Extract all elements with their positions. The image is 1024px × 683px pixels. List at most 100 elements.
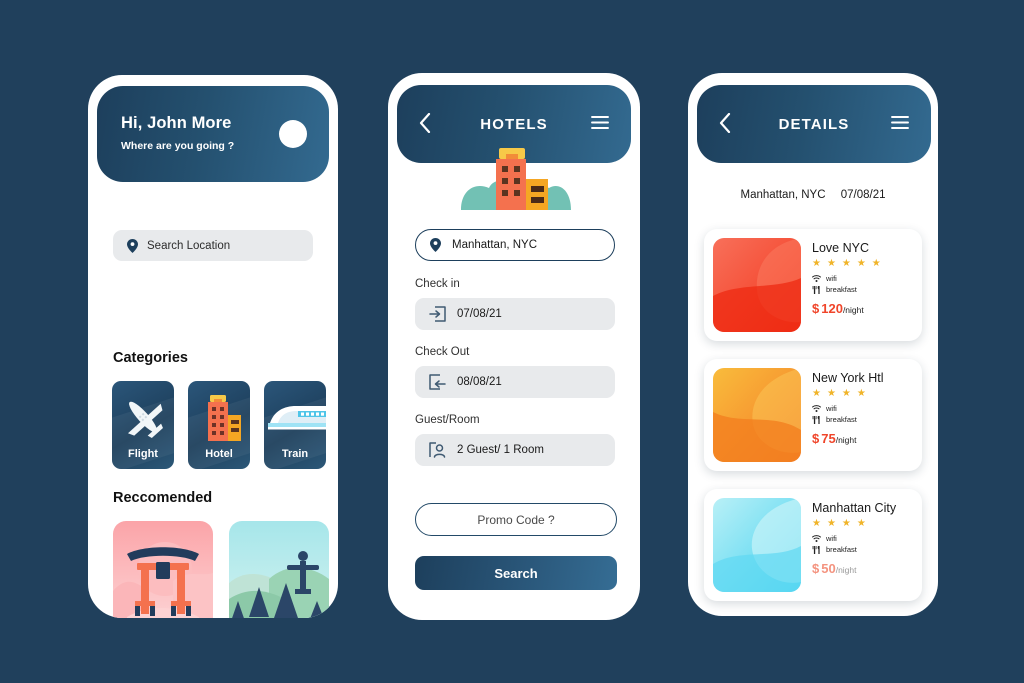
wifi-icon: [812, 405, 821, 412]
price-value: 75: [821, 431, 836, 446]
amenity-wifi: wifi: [812, 274, 913, 283]
train-icon: [264, 393, 326, 443]
currency-symbol: $: [812, 431, 820, 446]
price-value: 120: [821, 301, 843, 316]
person-icon: [429, 442, 446, 458]
check-in-field[interactable]: 07/08/21: [415, 298, 615, 330]
search-placeholder-text: Search Location: [147, 239, 231, 252]
amenity-wifi: wifi: [812, 534, 913, 543]
hotel-card[interactable]: New York Htl ★ ★ ★ ★ wifi breakfast $ 75…: [704, 359, 922, 471]
amenity-breakfast: breakfast: [812, 545, 913, 554]
amenities-list: wifi breakfast: [812, 534, 913, 554]
promo-code-button[interactable]: Promo Code ?: [415, 503, 617, 536]
recommended-row: Tokyo: [113, 521, 329, 618]
amenity-label: wifi: [826, 534, 837, 543]
location-pin-icon: [430, 238, 441, 252]
price-unit: /night: [842, 305, 864, 315]
guest-room-label: Guest/Room: [415, 414, 480, 426]
check-out-field[interactable]: 08/08/21: [415, 366, 615, 398]
location-field[interactable]: Manhattan, NYC: [415, 229, 615, 261]
star-rating: ★ ★ ★ ★ ★: [812, 258, 883, 269]
location-value: Manhattan, NYC: [452, 239, 538, 251]
wifi-icon: [812, 535, 821, 542]
amenity-label: breakfast: [826, 415, 857, 424]
cutlery-icon: [812, 285, 821, 294]
hotel-thumbnail: [713, 238, 801, 332]
search-button[interactable]: Search: [415, 556, 617, 590]
recommended-item-tokyo[interactable]: Tokyo: [113, 521, 213, 618]
price-value: 50: [821, 561, 836, 576]
hotel-building-icon: [188, 393, 250, 443]
location-pin-icon: [127, 238, 138, 253]
recommended-title: Reccomended: [113, 490, 213, 506]
categories-title: Categories: [113, 350, 188, 366]
christ-redeemer-icon: [229, 521, 329, 618]
cutlery-icon: [812, 545, 821, 554]
hotel-card[interactable]: Love NYC ★ ★ ★ ★ ★ wifi breakfast $ 120/…: [704, 229, 922, 341]
price-unit: /night: [835, 435, 857, 445]
search-input[interactable]: Search Location: [113, 230, 313, 261]
hotel-info: Love NYC ★ ★ ★ ★ ★ wifi breakfast $ 120/…: [801, 238, 913, 332]
app-bar-title: DETAILS: [778, 115, 850, 133]
torii-gate-icon: [113, 521, 213, 618]
amenity-label: wifi: [826, 404, 837, 413]
amenity-label: breakfast: [826, 285, 857, 294]
details-meta-row: Manhattan, NYC 07/08/21: [688, 189, 938, 201]
wifi-icon: [812, 275, 821, 282]
meta-location: Manhattan, NYC: [740, 189, 826, 201]
category-tile-train[interactable]: Train: [264, 381, 326, 469]
hotel-thumbnail: [713, 368, 801, 462]
category-tile-flight[interactable]: Flight: [112, 381, 174, 469]
guest-room-value: 2 Guest/ 1 Room: [457, 444, 544, 456]
chevron-left-icon[interactable]: [419, 113, 431, 133]
app-background: Hi, John More Where are you going ? Sear…: [0, 0, 1024, 683]
currency-symbol: $: [812, 301, 820, 316]
amenity-breakfast: breakfast: [812, 285, 913, 294]
hotel-name: New York Htl: [812, 371, 884, 385]
check-in-arrow-icon: [429, 306, 446, 322]
chevron-left-icon[interactable]: [719, 113, 731, 133]
greeting-header: Hi, John More Where are you going ?: [97, 86, 329, 182]
hotel-price: $120/night: [812, 301, 913, 316]
hotel-name: Love NYC: [812, 241, 869, 255]
hotel-price: $50/night: [812, 561, 913, 576]
phone-details-screen: DETAILS Manhattan, NYC 07/08/21 Love NYC…: [688, 73, 938, 616]
hotel-thumbnail: [713, 498, 801, 592]
amenities-list: wifi breakfast: [812, 274, 913, 294]
amenity-label: wifi: [826, 274, 837, 283]
check-out-label: Check Out: [415, 346, 470, 358]
amenity-label: breakfast: [826, 545, 857, 554]
guest-room-field[interactable]: 2 Guest/ 1 Room: [415, 434, 615, 466]
category-label: Flight: [128, 448, 158, 460]
check-out-value: 08/08/21: [457, 376, 502, 388]
star-rating: ★ ★ ★ ★: [812, 388, 868, 399]
app-bar-title: HOTELS: [480, 115, 548, 133]
hamburger-menu-icon[interactable]: [891, 115, 909, 130]
hotel-card[interactable]: Manhattan City ★ ★ ★ ★ wifi breakfast $ …: [704, 489, 922, 601]
hotel-info: New York Htl ★ ★ ★ ★ wifi breakfast $ 75…: [801, 368, 913, 462]
check-out-arrow-icon: [429, 374, 446, 390]
categories-row: Flight Hotel Train: [112, 381, 326, 469]
check-in-label: Check in: [415, 278, 460, 290]
category-tile-hotel[interactable]: Hotel: [188, 381, 250, 469]
amenity-wifi: wifi: [812, 404, 913, 413]
airplane-icon: [112, 393, 174, 443]
amenities-list: wifi breakfast: [812, 404, 913, 424]
avatar[interactable]: [279, 120, 307, 148]
hotel-name: Manhattan City: [812, 501, 897, 515]
details-app-bar: DETAILS: [697, 85, 931, 163]
hotel-info: Manhattan City ★ ★ ★ ★ wifi breakfast $ …: [801, 498, 913, 592]
star-rating: ★ ★ ★ ★: [812, 518, 868, 529]
check-in-value: 07/08/21: [457, 308, 502, 320]
hotel-building-illustration: [449, 148, 579, 210]
phone-home-screen: Hi, John More Where are you going ? Sear…: [88, 75, 338, 618]
meta-date: 07/08/21: [840, 189, 886, 201]
amenity-breakfast: breakfast: [812, 415, 913, 424]
category-label: Hotel: [205, 448, 233, 460]
hamburger-menu-icon[interactable]: [591, 115, 609, 130]
currency-symbol: $: [812, 561, 820, 576]
cutlery-icon: [812, 415, 821, 424]
phone-hotels-search-screen: HOTELS Manhattan, NYC Check in 07/08/21 …: [388, 73, 640, 620]
category-label: Train: [281, 448, 309, 460]
recommended-item-rio[interactable]: Rio: [229, 521, 329, 618]
